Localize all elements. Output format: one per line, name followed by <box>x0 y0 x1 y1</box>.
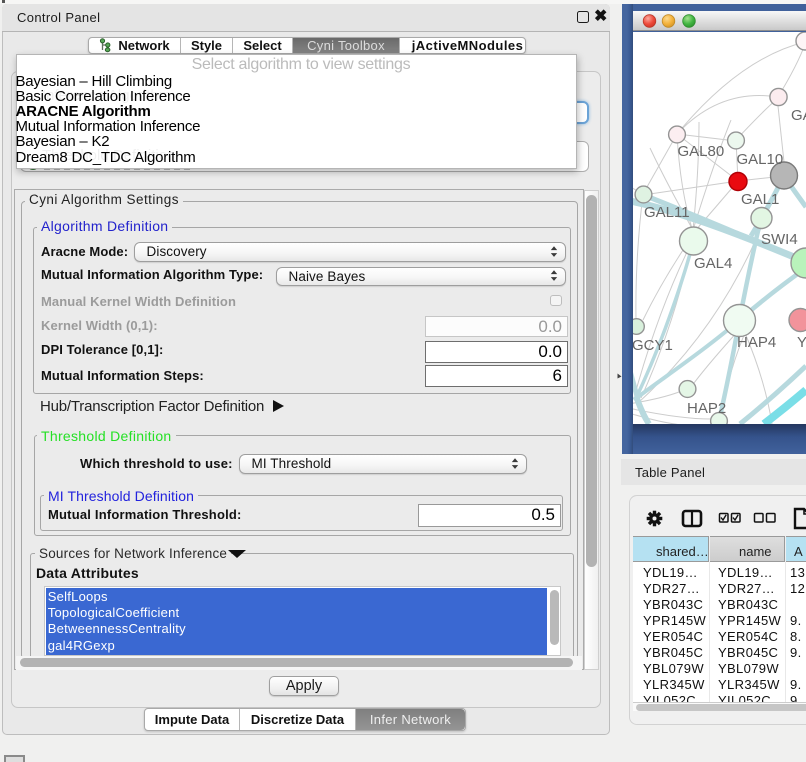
svg-text:GAL10: GAL10 <box>737 151 784 168</box>
svg-text:HAP2: HAP2 <box>687 400 726 417</box>
svg-text:GCY1: GCY1 <box>633 337 673 354</box>
svg-text:GAL11: GAL11 <box>644 204 690 221</box>
svg-text:SWI4: SWI4 <box>761 231 798 248</box>
svg-text:GAL1: GAL1 <box>741 191 779 208</box>
svg-text:HAP4: HAP4 <box>737 334 776 351</box>
svg-text:Y: Y <box>797 334 806 351</box>
svg-text:GAL4: GAL4 <box>694 255 732 272</box>
svg-text:GAL80: GAL80 <box>678 143 725 160</box>
svg-text:GAL2: GAL2 <box>791 107 806 124</box>
